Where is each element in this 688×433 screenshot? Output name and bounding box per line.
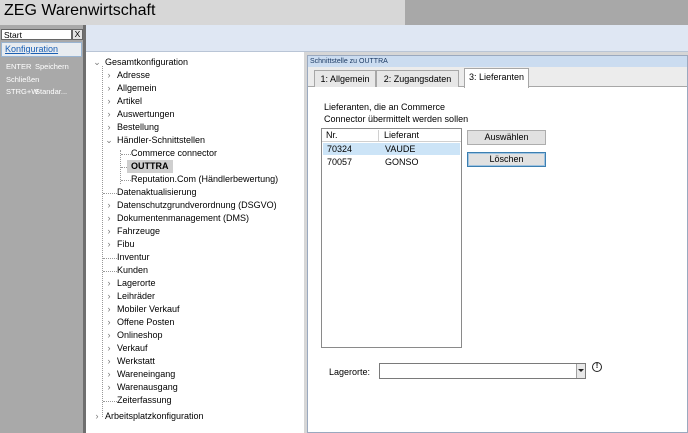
tree-item[interactable]: › Offene Posten — [108, 316, 175, 329]
auswaehlen-button[interactable]: Auswählen — [467, 130, 546, 145]
tree-item[interactable]: › Bestellung — [108, 121, 160, 134]
tree-connector — [121, 154, 131, 155]
chevron-right-icon[interactable]: › — [104, 212, 114, 225]
tree-item[interactable]: › Fibu — [108, 238, 135, 251]
tree-item-outtra[interactable]: OUTTRA — [127, 160, 173, 173]
list-row[interactable]: 70324 VAUDE — [323, 143, 460, 155]
tab-allgemein[interactable]: 1: Allgemein — [314, 70, 376, 87]
chevron-right-icon[interactable]: › — [92, 410, 102, 423]
list-header: Nr. Lieferant — [322, 129, 461, 142]
tree-connector — [103, 193, 117, 194]
tree-root-arbeitsplatzkonfiguration[interactable]: › Arbeitsplatzkonfiguration — [96, 410, 204, 423]
tree-item[interactable]: › Lagerorte — [108, 277, 156, 290]
column-header-nr[interactable]: Nr. — [326, 129, 338, 142]
chevron-right-icon[interactable]: › — [104, 238, 114, 251]
title-bar: ZEG Warenwirtschaft — [0, 0, 688, 25]
chevron-right-icon[interactable]: › — [104, 199, 114, 212]
tree-item-reputation[interactable]: Reputation.Com (Händlerbewertung) — [131, 173, 278, 186]
tree-item[interactable]: Datenaktualisierung — [117, 186, 197, 199]
chevron-right-icon[interactable]: › — [104, 82, 114, 95]
tree-item-haendler-schnittstellen[interactable]: ⌄ Händler-Schnittstellen — [105, 134, 205, 147]
chevron-right-icon[interactable]: › — [104, 355, 114, 368]
tree-root-gesamtkonfiguration[interactable]: ⌄ Gesamtkonfiguration — [93, 56, 188, 69]
shortcut-row: STRG+W Standar... — [6, 87, 68, 96]
app-title: ZEG Warenwirtschaft — [4, 2, 156, 19]
chevron-down-icon[interactable]: ⌄ — [104, 134, 114, 147]
chevron-right-icon[interactable]: › — [104, 342, 114, 355]
tree-item[interactable]: › Verkauf — [108, 342, 148, 355]
title-bar-right-area — [405, 0, 688, 25]
tree-item[interactable]: › Dokumentenmanagement (DMS) — [108, 212, 250, 225]
tree-item[interactable]: › Allgemein — [108, 82, 157, 95]
lagerorte-label: Lagerorte: — [329, 367, 371, 377]
chevron-right-icon[interactable]: › — [104, 108, 114, 121]
shortcut-row: Schließen — [6, 74, 40, 84]
chevron-right-icon[interactable]: › — [104, 290, 114, 303]
tree-item[interactable]: › Mobiler Verkauf — [108, 303, 180, 316]
chevron-right-icon[interactable]: › — [104, 368, 114, 381]
tree-connector — [103, 258, 117, 259]
lieferanten-list[interactable]: Nr. Lieferant 70324 VAUDE 70057 GONSO — [321, 128, 462, 348]
tree-item[interactable]: › Datenschutzgrundverordnung (DSGVO) — [108, 199, 277, 212]
chevron-right-icon[interactable]: › — [104, 329, 114, 342]
tree-item[interactable]: › Auswertungen — [108, 108, 175, 121]
tree-item[interactable]: › Warenausgang — [108, 381, 178, 394]
tree-connector — [103, 271, 117, 272]
tree-item[interactable]: › Onlineshop — [108, 329, 163, 342]
tab-bar: 1: Allgemein 2: Zugangsdaten 3: Lieferan… — [308, 67, 687, 88]
info-icon[interactable]: ! — [592, 362, 602, 372]
chevron-right-icon[interactable]: › — [104, 316, 114, 329]
tab-zugangsdaten[interactable]: 2: Zugangsdaten — [376, 70, 459, 87]
shortcut-row: ENTER Speichern — [6, 62, 69, 71]
konfiguration-tab[interactable]: Konfiguration — [1, 42, 82, 57]
dropdown-arrow-icon[interactable] — [576, 364, 585, 378]
tree-item[interactable]: › Leihräder — [108, 290, 156, 303]
tree-item[interactable]: › Adresse — [108, 69, 151, 82]
tree-item[interactable]: › Artikel — [108, 95, 143, 108]
tree-item[interactable]: › Werkstatt — [108, 355, 155, 368]
tree-connector — [103, 401, 117, 402]
chevron-right-icon[interactable]: › — [104, 225, 114, 238]
list-row[interactable]: 70057 GONSO — [323, 156, 460, 168]
config-tree: ⌄ Gesamtkonfiguration › Adresse › Allgemein… — [86, 52, 304, 433]
chevron-right-icon[interactable]: › — [104, 381, 114, 394]
tree-item-commerce-connector[interactable]: Commerce connector — [131, 147, 217, 160]
toolbar-strip — [86, 25, 688, 52]
close-button[interactable]: X — [72, 29, 83, 40]
tree-item[interactable]: Zeiterfassung — [117, 394, 172, 407]
column-divider — [378, 130, 379, 141]
lagerorte-select[interactable] — [379, 363, 586, 379]
panel-title: Schnittstelle zu OUTTRA — [308, 56, 687, 67]
tree-item[interactable]: › Fahrzeuge — [108, 225, 161, 238]
tree-item[interactable]: › Wareneingang — [108, 368, 176, 381]
chevron-down-icon[interactable]: ⌄ — [92, 56, 102, 69]
tree-item[interactable]: Kunden — [117, 264, 148, 277]
shortcut-hints: ENTER Speichern Schließen STRG+W Standar..… — [6, 61, 69, 99]
chevron-right-icon[interactable]: › — [104, 303, 114, 316]
tab-lieferanten[interactable]: 3: Lieferanten — [464, 68, 529, 88]
chevron-right-icon[interactable]: › — [104, 95, 114, 108]
outtra-panel: Schnittstelle zu OUTTRA 1: Allgemein 2: … — [307, 55, 688, 433]
chevron-right-icon[interactable]: › — [104, 277, 114, 290]
konfiguration-link[interactable]: Konfiguration — [5, 44, 58, 54]
column-header-lieferant[interactable]: Lieferant — [384, 129, 419, 142]
lieferanten-description: Lieferanten, die an Commerce Connector ü… — [324, 102, 469, 124]
start-input[interactable]: Start — [1, 29, 72, 40]
chevron-right-icon[interactable]: › — [104, 69, 114, 82]
chevron-right-icon[interactable]: › — [104, 121, 114, 134]
loeschen-button[interactable]: Löschen — [467, 152, 546, 167]
tree-item[interactable]: Inventur — [117, 251, 150, 264]
tree-connector — [121, 180, 131, 181]
tree-guide — [102, 66, 103, 417]
